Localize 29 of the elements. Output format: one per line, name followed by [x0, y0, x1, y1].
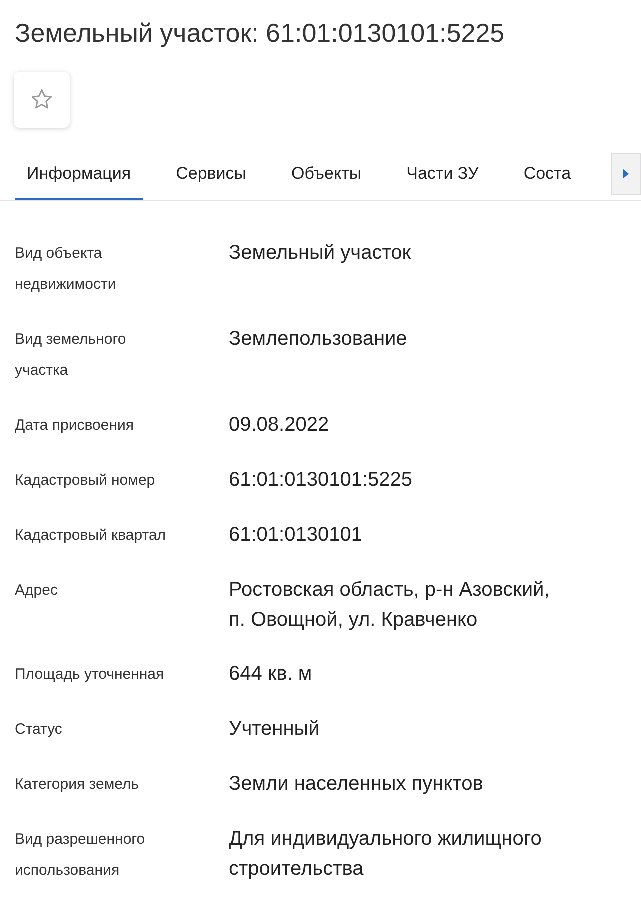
field-label: Вид объекта недвижимости — [15, 244, 118, 295]
favorite-button[interactable] — [14, 72, 70, 128]
field-label: Дата присвоения — [15, 416, 135, 436]
tab[interactable]: Сервисы — [164, 150, 259, 200]
field-value: 644 кв. м — [229, 662, 314, 687]
caret-icon — [622, 169, 630, 179]
page-title: Земельный участок: 61:01:0130101:5225 — [15, 17, 506, 50]
field-label: Вид земельного участка — [15, 330, 128, 381]
field-label: Категория земель — [15, 775, 140, 795]
field-label: Площадь уточненная — [15, 665, 166, 685]
field-label: Кадастровый номер — [15, 471, 156, 491]
field-label: Статус — [15, 720, 64, 740]
tab[interactable]: Соста — [512, 150, 584, 200]
field-label: Адрес — [15, 581, 59, 601]
field-value: Земли населенных пунктов — [229, 772, 484, 797]
field-label: Вид разрешенного использования — [15, 830, 146, 881]
tab[interactable]: Части ЗУ — [394, 150, 491, 200]
tab[interactable]: Информация — [15, 150, 144, 200]
field-value: 09.08.2022 — [229, 413, 330, 438]
scroll-right-button[interactable] — [611, 153, 641, 195]
field-value: Землепользование — [229, 327, 408, 352]
field-value: Для индивидуального жилищного строительства — [229, 827, 543, 882]
field-value: Учтенный — [229, 717, 321, 742]
tab[interactable]: Объекты — [280, 150, 374, 200]
field-value: 61:01:0130101:5225 — [229, 468, 414, 493]
field-value: 61:01:0130101 — [229, 523, 364, 548]
field-value: Земельный участок — [229, 241, 412, 266]
field-value: Ростовская область, р-н Азовский, п. Овощной, ул. Кравченко — [229, 578, 551, 633]
field-label: Кадастровый квартал — [15, 526, 168, 546]
